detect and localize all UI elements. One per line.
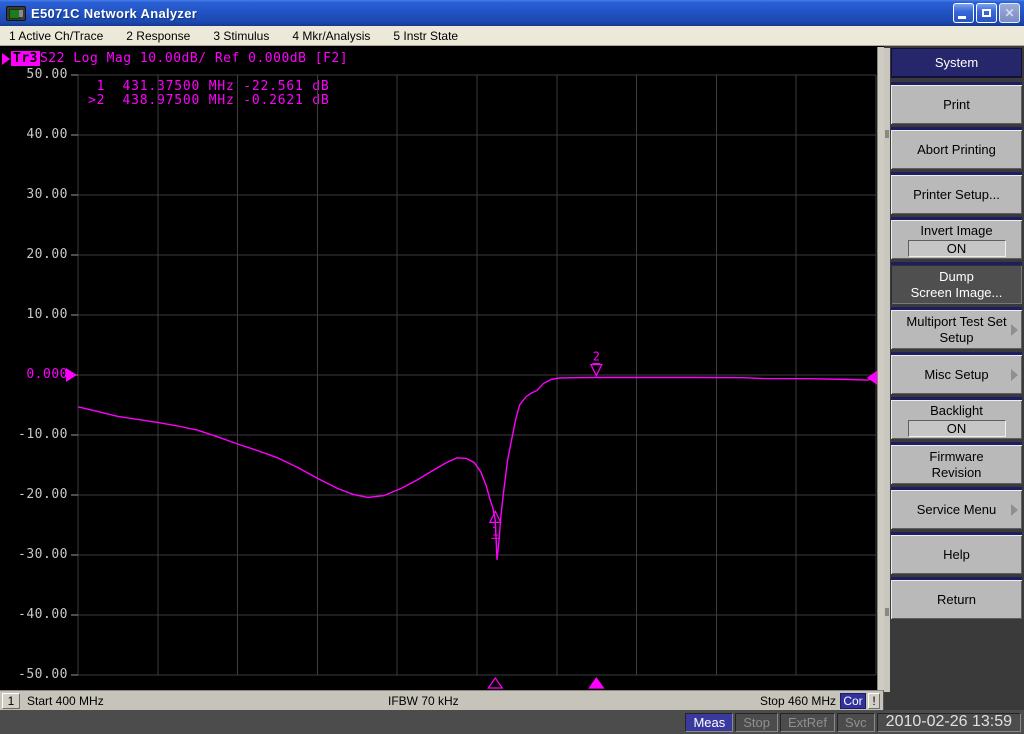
stimulus-marker-1 bbox=[488, 678, 502, 688]
status-segment-extref: ExtRef bbox=[780, 713, 835, 732]
submenu-arrow-icon bbox=[1011, 324, 1018, 336]
start-frequency-label: Start 400 MHz bbox=[27, 694, 104, 708]
y-axis-label: -10.00 bbox=[4, 427, 68, 442]
instrument-status-bar: MeasStopExtRefSvc 2010-02-26 13:59 bbox=[0, 710, 1024, 734]
app-icon bbox=[6, 6, 26, 21]
menu-4-mkr-analysis[interactable]: 4 Mkr/Analysis bbox=[289, 28, 373, 44]
softkey-label: Setup bbox=[940, 330, 974, 346]
submenu-arrow-icon bbox=[1011, 504, 1018, 516]
softkey-multiport-test-set-setup[interactable]: Multiport Test SetSetup bbox=[891, 307, 1022, 349]
softkey-label: Revision bbox=[932, 465, 982, 481]
marker-1-label: 1 bbox=[492, 524, 499, 538]
y-axis-label: -50.00 bbox=[4, 667, 68, 682]
channel-status-bar: 1 Start 400 MHz IFBW 70 kHz Stop 460 MHz… bbox=[0, 690, 884, 710]
softkey-dump-screen-image[interactable]: DumpScreen Image... bbox=[891, 262, 1022, 304]
application-window: E5071C Network Analyzer ✕ 1 Active Ch/Tr… bbox=[0, 0, 1024, 734]
softkey-label: Abort Printing bbox=[917, 142, 996, 158]
softkey-printer-setup[interactable]: Printer Setup... bbox=[891, 172, 1022, 214]
softkey-label: Screen Image... bbox=[911, 285, 1003, 301]
softkey-print[interactable]: Print bbox=[891, 82, 1022, 124]
softkey-value-on: ON bbox=[908, 240, 1006, 257]
instrument-display: Tr3 S22 Log Mag 10.00dB/ Ref 0.000dB [F2… bbox=[0, 47, 877, 690]
close-button[interactable]: ✕ bbox=[999, 3, 1020, 23]
submenu-arrow-icon bbox=[1011, 369, 1018, 381]
softkey-return[interactable]: Return bbox=[891, 577, 1022, 619]
restore-button[interactable] bbox=[976, 3, 997, 23]
minimize-icon bbox=[958, 16, 966, 19]
status-segment-stop: Stop bbox=[735, 713, 778, 732]
stop-frequency-label: Stop 460 MHz bbox=[760, 694, 836, 708]
title-bar: E5071C Network Analyzer ✕ bbox=[0, 0, 1024, 26]
menu-bar: 1 Active Ch/Trace 2 Response 3 Stimulus 4 M… bbox=[0, 26, 1024, 46]
softkey-backlight[interactable]: BacklightON bbox=[891, 397, 1022, 439]
ifbw-label: IFBW 70 kHz bbox=[388, 694, 459, 708]
y-axis-label: 40.00 bbox=[4, 127, 68, 142]
y-axis-label: -40.00 bbox=[4, 607, 68, 622]
softkey-label: Printer Setup... bbox=[913, 187, 1000, 203]
datetime-display: 2010-02-26 13:59 bbox=[877, 713, 1021, 732]
trace-edge-arrow-right bbox=[867, 371, 877, 385]
y-axis-label: -20.00 bbox=[4, 487, 68, 502]
softkey-label: Help bbox=[943, 547, 970, 563]
softkey-label: Backlight bbox=[930, 403, 983, 419]
y-axis-label: 50.00 bbox=[4, 67, 68, 82]
softkey-label: Multiport Test Set bbox=[906, 314, 1006, 330]
y-axis-reference-label: 0.000 bbox=[4, 367, 68, 382]
correction-badge: Cor bbox=[840, 693, 866, 709]
y-axis-label: -30.00 bbox=[4, 547, 68, 562]
trace-format-text: S22 Log Mag 10.00dB/ Ref 0.000dB [F2] bbox=[40, 51, 348, 66]
softkey-label: Service Menu bbox=[917, 502, 996, 518]
softkey-label: Dump bbox=[939, 269, 974, 285]
softkey-abort-printing[interactable]: Abort Printing bbox=[891, 127, 1022, 169]
softkey-label: Print bbox=[943, 97, 970, 113]
graticule-plot: 12 bbox=[78, 75, 876, 675]
screen-edge-strip bbox=[877, 47, 884, 690]
y-axis-label: 20.00 bbox=[4, 247, 68, 262]
softkey-label: Misc Setup bbox=[924, 367, 988, 383]
warning-badge: ! bbox=[868, 693, 880, 709]
stimulus-marker-2 bbox=[589, 678, 603, 688]
softkey-help[interactable]: Help bbox=[891, 532, 1022, 574]
close-icon: ✕ bbox=[1004, 6, 1014, 20]
window-title: E5071C Network Analyzer bbox=[31, 6, 197, 21]
menu-5-instr-state[interactable]: 5 Instr State bbox=[390, 28, 461, 44]
softkey-menu-title: System bbox=[891, 48, 1022, 78]
menu-3-stimulus[interactable]: 3 Stimulus bbox=[210, 28, 272, 44]
restore-icon bbox=[982, 9, 991, 17]
menu-1-active-ch-trace[interactable]: 1 Active Ch/Trace bbox=[6, 28, 106, 44]
softkey-value-on: ON bbox=[908, 420, 1006, 437]
active-trace-arrow-icon bbox=[2, 53, 10, 65]
status-segment-meas: Meas bbox=[685, 713, 733, 732]
reference-level-arrow-left bbox=[66, 368, 77, 382]
status-segment-svc: Svc bbox=[837, 713, 875, 732]
softkey-misc-setup[interactable]: Misc Setup bbox=[891, 352, 1022, 394]
softkey-label: Return bbox=[937, 592, 976, 608]
softkey-firmware-revision[interactable]: FirmwareRevision bbox=[891, 442, 1022, 484]
marker-2-symbol bbox=[591, 365, 602, 376]
menu-2-response[interactable]: 2 Response bbox=[123, 28, 193, 44]
softkey-label: Invert Image bbox=[920, 223, 992, 239]
softkey-label: Firmware bbox=[929, 449, 983, 465]
softkey-sidebar: System Print Abort Printing Printer Setup.… bbox=[884, 46, 1024, 710]
softkey-invert-image[interactable]: Invert ImageON bbox=[891, 217, 1022, 259]
active-trace-label: Tr3 bbox=[11, 51, 40, 66]
minimize-button[interactable] bbox=[953, 3, 974, 23]
channel-number-badge: 1 bbox=[2, 693, 20, 709]
y-axis-label: 30.00 bbox=[4, 187, 68, 202]
softkey-scrollbar[interactable] bbox=[884, 48, 890, 692]
marker-2-label: 2 bbox=[593, 350, 600, 364]
trace-status-line[interactable]: Tr3 S22 Log Mag 10.00dB/ Ref 0.000dB [F2… bbox=[2, 51, 348, 66]
y-axis-label: 10.00 bbox=[4, 307, 68, 322]
softkey-service-menu[interactable]: Service Menu bbox=[891, 487, 1022, 529]
